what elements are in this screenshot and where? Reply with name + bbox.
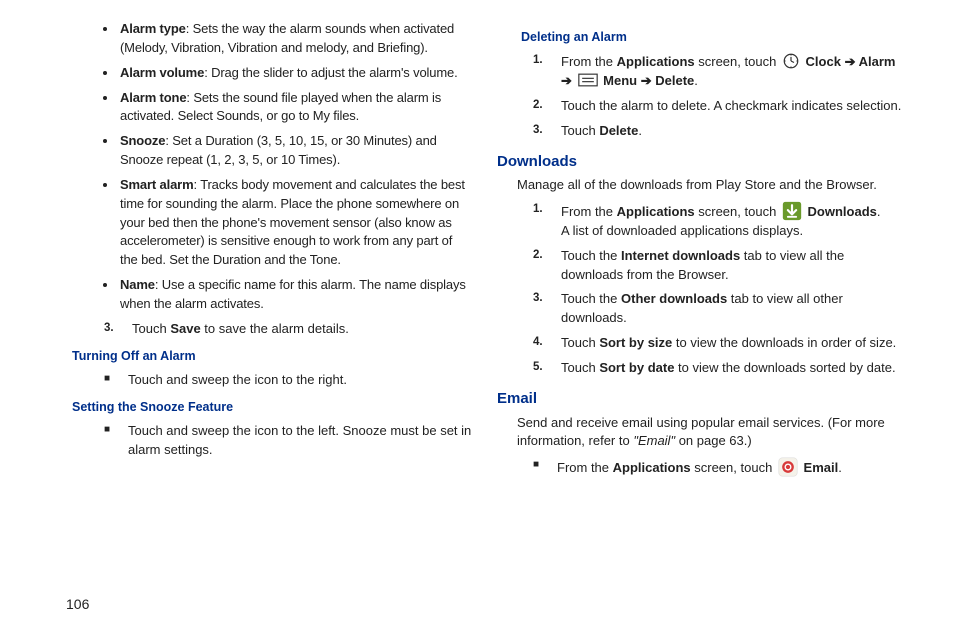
alarm-save-step: Touch Save to save the alarm details. xyxy=(92,320,473,339)
menu-icon xyxy=(578,73,598,87)
bullet-snooze: Snooze: Set a Duration (3, 5, 10, 15, or… xyxy=(118,132,473,170)
email-instruction: From the Applications screen, touch Emai… xyxy=(521,457,902,478)
page-number: 106 xyxy=(66,596,89,612)
bullet-alarm-volume: Alarm volume: Drag the slider to adjust … xyxy=(118,64,473,83)
del-step-2: Touch the alarm to delete. A checkmark i… xyxy=(557,97,902,116)
heading-email: Email xyxy=(497,388,902,410)
snooze-instruction: Touch and sweep the icon to the left. Sn… xyxy=(92,422,473,460)
left-column: Alarm type: Sets the way the alarm sound… xyxy=(52,20,473,484)
download-icon xyxy=(782,201,802,221)
del-step-1: From the Applications screen, touch Cloc… xyxy=(557,52,902,91)
bullet-smart-alarm: Smart alarm: Tracks body movement and ca… xyxy=(118,176,473,270)
delete-alarm-steps: From the Applications screen, touch Cloc… xyxy=(521,52,902,140)
bullet-name: Name: Use a specific name for this alarm… xyxy=(118,276,473,314)
heading-snooze-feature: Setting the Snooze Feature xyxy=(72,398,473,416)
email-icon xyxy=(778,457,798,477)
dn-step-5: Touch Sort by date to view the downloads… xyxy=(557,359,902,378)
alarm-options-list: Alarm type: Sets the way the alarm sound… xyxy=(92,20,473,314)
downloads-steps: From the Applications screen, touch Down… xyxy=(521,201,902,378)
downloads-intro: Manage all of the downloads from Play St… xyxy=(517,176,902,195)
step-3: Touch Save to save the alarm details. xyxy=(128,320,473,339)
bullet-alarm-tone: Alarm tone: Sets the sound file played w… xyxy=(118,89,473,127)
del-step-3: Touch Delete. xyxy=(557,122,902,141)
dn-step-1: From the Applications screen, touch Down… xyxy=(557,201,902,241)
heading-turning-off: Turning Off an Alarm xyxy=(72,347,473,365)
dn-step-2: Touch the Internet downloads tab to view… xyxy=(557,247,902,285)
bullet-alarm-type: Alarm type: Sets the way the alarm sound… xyxy=(118,20,473,58)
right-column: Deleting an Alarm From the Applications … xyxy=(521,20,902,484)
heading-deleting-alarm: Deleting an Alarm xyxy=(521,28,902,46)
dn-step-4: Touch Sort by size to view the downloads… xyxy=(557,334,902,353)
email-intro: Send and receive email using popular ema… xyxy=(517,414,902,452)
heading-downloads: Downloads xyxy=(497,151,902,173)
turnoff-instruction: Touch and sweep the icon to the right. xyxy=(92,371,473,390)
dn-step-3: Touch the Other downloads tab to view al… xyxy=(557,290,902,328)
clock-icon xyxy=(782,52,800,70)
